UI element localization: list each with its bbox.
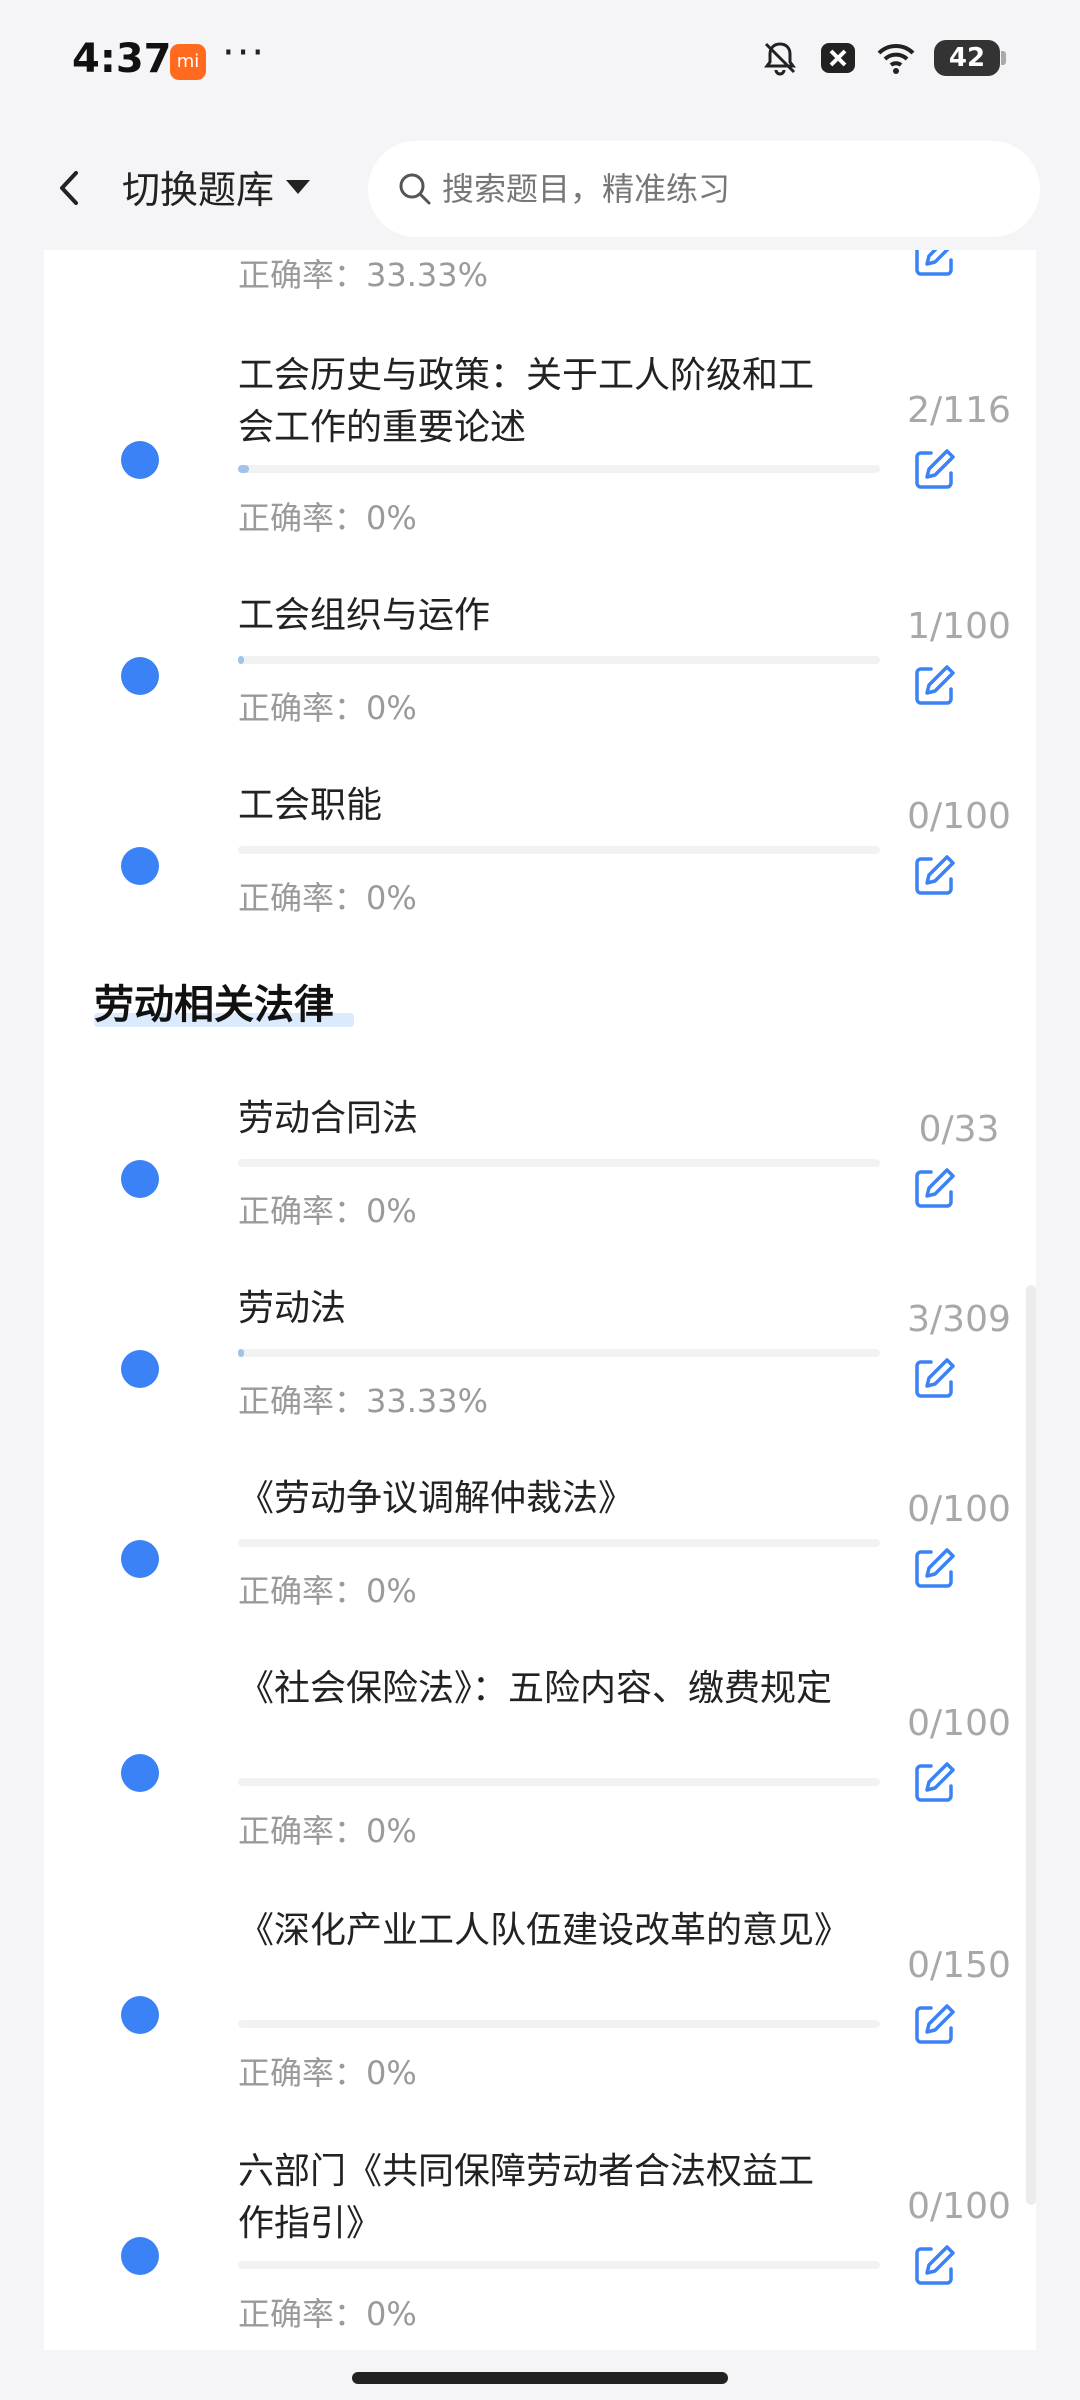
app-notification-icon: mi <box>170 44 206 80</box>
section-title: 劳动相关法律 <box>94 982 334 1028</box>
edit-icon[interactable] <box>913 2243 957 2287</box>
progress-count: 0/100 <box>907 1489 1011 1530</box>
edit-icon[interactable] <box>913 1166 957 1210</box>
more-notifications-icon: ··· <box>222 30 267 76</box>
progress-bar <box>238 656 880 664</box>
item-title: 六部门《共同保障劳动者合法权益工作指引》 <box>238 2151 815 2244</box>
edit-icon[interactable] <box>913 447 957 491</box>
header: 切换题库 <box>0 125 1080 250</box>
progress-bar <box>238 2261 880 2269</box>
progress-count: 1/100 <box>907 606 1011 647</box>
edit-icon[interactable] <box>913 1760 957 1804</box>
status-dot <box>121 847 159 885</box>
edit-icon[interactable] <box>913 1546 957 1590</box>
progress-count: 0/100 <box>907 1703 1011 1744</box>
item-title: 劳动法 <box>238 1288 347 1329</box>
item-title: 《劳动争议调解仲裁法》 <box>238 1478 635 1519</box>
caret-down-icon <box>286 179 311 194</box>
progress-bar <box>238 1349 880 1357</box>
close-box-icon <box>821 43 855 73</box>
item-title: 工会职能 <box>238 785 383 826</box>
item-title: 《深化产业工人队伍建设改革的意见》 <box>238 1910 851 1951</box>
edit-icon[interactable] <box>913 663 957 707</box>
accuracy-text: 正确率：0% <box>238 2054 417 2092</box>
accuracy-text: 正确率：0% <box>238 1192 417 1230</box>
battery-indicator: 42 <box>934 40 1006 76</box>
accuracy-text: 正确率：0% <box>238 1812 417 1850</box>
status-dot <box>121 1540 159 1578</box>
item-title: 《社会保险法》：五险内容、缴费规定 <box>238 1668 833 1709</box>
status-dot <box>121 1996 159 2034</box>
progress-count: 3/309 <box>907 1299 1011 1340</box>
accuracy-text: 正确率：0% <box>238 689 417 727</box>
status-time: 4:37 <box>72 36 172 82</box>
item-title: 工会组织与运作 <box>238 595 491 636</box>
accuracy-text: 正确率：0% <box>238 1572 417 1610</box>
accuracy-text: 正确率：33.33% <box>238 256 489 294</box>
switch-bank-label: 切换题库 <box>122 168 275 212</box>
progress-count: 0/100 <box>907 796 1011 837</box>
progress-bar <box>238 1539 880 1547</box>
status-dot <box>121 1350 159 1388</box>
scrollbar[interactable] <box>1026 1285 1036 2205</box>
accuracy-text: 正确率：0% <box>238 499 417 537</box>
progress-count: 0/33 <box>918 1109 1000 1150</box>
progress-bar <box>238 1778 880 1786</box>
edit-icon[interactable] <box>913 250 957 278</box>
status-icons: 42 <box>760 38 1006 78</box>
status-dot <box>121 2237 159 2275</box>
search-icon <box>399 173 431 205</box>
progress-bar <box>238 465 880 473</box>
accuracy-text: 正确率：33.33% <box>238 1382 489 1420</box>
status-bar: 4:37 mi ··· 42 <box>0 0 1080 125</box>
progress-bar <box>238 1159 880 1167</box>
progress-bar <box>238 2020 880 2028</box>
accuracy-text: 正确率：0% <box>238 879 417 917</box>
accuracy-text: 正确率：0% <box>238 2295 417 2333</box>
status-dot <box>121 441 159 479</box>
edit-icon[interactable] <box>913 853 957 897</box>
progress-bar <box>238 846 880 854</box>
item-title: 工会历史与政策：关于工人阶级和工会工作的重要论述 <box>238 355 815 448</box>
status-dot <box>121 1160 159 1198</box>
edit-icon[interactable] <box>913 1356 957 1400</box>
search-input[interactable] <box>442 170 1002 208</box>
status-dot <box>121 1754 159 1792</box>
switch-bank-button[interactable]: 切换题库 <box>122 159 312 214</box>
edit-icon[interactable] <box>913 2002 957 2046</box>
search-bar[interactable] <box>368 141 1040 237</box>
progress-count: 0/100 <box>907 2186 1011 2227</box>
item-title: 劳动合同法 <box>238 1098 419 1139</box>
back-icon[interactable] <box>44 163 94 213</box>
wifi-icon <box>877 43 915 74</box>
chapter-list-card: 正确率：33.33% 工会历史与政策：关于工人阶级和工会工作的重要论述 正确率：… <box>44 250 1036 2350</box>
mute-bell-icon <box>764 42 796 76</box>
progress-count: 2/116 <box>907 390 1011 431</box>
status-dot <box>121 657 159 695</box>
home-indicator[interactable] <box>352 2372 728 2384</box>
progress-count: 0/150 <box>907 1945 1011 1986</box>
